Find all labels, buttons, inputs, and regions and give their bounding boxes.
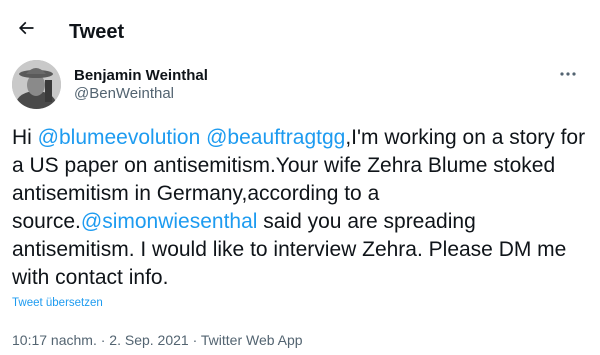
- tweet-date[interactable]: 2. Sep. 2021: [109, 332, 188, 348]
- back-button[interactable]: [12, 14, 40, 42]
- mention-link[interactable]: @simonwiesenthal: [81, 210, 258, 233]
- profile-photo: [12, 60, 61, 109]
- mention-link[interactable]: @beauftragtgg: [206, 126, 345, 149]
- author-handle[interactable]: @BenWeinthal: [74, 85, 174, 103]
- tweet-text-segment: Hi: [12, 126, 38, 149]
- tweet-header: Tweet: [0, 0, 600, 56]
- meta-separator: ·: [96, 332, 110, 348]
- tweet-meta: 10:17 nachm. · 2. Sep. 2021 · Twitter We…: [12, 331, 303, 349]
- tweet-source[interactable]: Twitter Web App: [201, 332, 303, 348]
- more-horizontal-icon: [560, 72, 576, 76]
- tweet-time[interactable]: 10:17 nachm.: [12, 332, 97, 348]
- meta-separator: ·: [188, 332, 201, 348]
- arrow-left-icon: [18, 21, 34, 35]
- tweet-author: Benjamin Weinthal @BenWeinthal: [12, 60, 588, 110]
- translate-tweet-link[interactable]: Tweet übersetzen: [12, 297, 103, 309]
- page-title: Tweet: [69, 21, 125, 43]
- more-button[interactable]: [556, 64, 580, 84]
- mention-link[interactable]: @blumeevolution: [38, 126, 201, 149]
- author-name[interactable]: Benjamin Weinthal: [74, 67, 208, 85]
- tweet-text: Hi @blumeevolution @beauftragtgg,I'm wor…: [12, 124, 587, 292]
- avatar[interactable]: [12, 60, 61, 109]
